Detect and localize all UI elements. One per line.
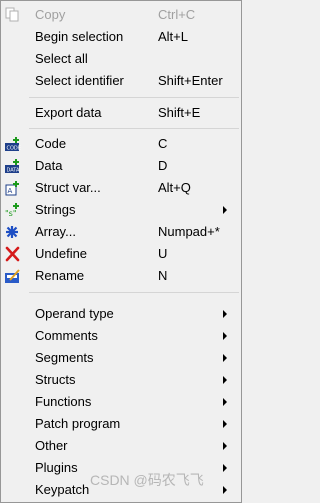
context-menu: Copy Ctrl+C Begin selection Alt+L Select… bbox=[0, 0, 242, 503]
menu-label: Functions bbox=[35, 394, 92, 409]
watermark: CSDN @码农飞飞 bbox=[90, 472, 204, 488]
submenu-arrow-icon bbox=[223, 486, 227, 494]
svg-text:DATA: DATA bbox=[7, 168, 20, 174]
menu-label: Structs bbox=[35, 372, 76, 387]
menu-separator bbox=[29, 292, 239, 293]
submenu-arrow-icon bbox=[223, 310, 227, 318]
svg-text:CODE: CODE bbox=[7, 146, 21, 152]
menu-label: Struct var... bbox=[35, 180, 101, 195]
menu-shortcut: Ctrl+C bbox=[158, 7, 196, 22]
menu-item-segments[interactable]: Segments bbox=[1, 347, 241, 369]
menu-label: Rename bbox=[35, 268, 85, 283]
menu-label: Select identifier bbox=[35, 73, 124, 88]
svg-text:"s": "s" bbox=[5, 209, 17, 218]
menu-label: Strings bbox=[35, 202, 76, 217]
menu-label: Keypatch bbox=[35, 482, 90, 497]
menu-item-functions[interactable]: Functions bbox=[1, 391, 241, 413]
code-icon: CODE bbox=[4, 136, 22, 152]
menu-item-undefine[interactable]: Undefine U bbox=[1, 243, 241, 265]
menu-item-export-data[interactable]: Export data Shift+E bbox=[1, 102, 241, 124]
strings-icon: "s" bbox=[4, 202, 22, 218]
array-icon bbox=[4, 224, 22, 240]
menu-label: Data bbox=[35, 158, 63, 173]
menu-item-copy[interactable]: Copy Ctrl+C bbox=[1, 4, 241, 26]
menu-item-operand-type[interactable]: Operand type bbox=[1, 303, 241, 325]
menu-item-patch-program[interactable]: Patch program bbox=[1, 413, 241, 435]
menu-item-select-identifier[interactable]: Select identifier Shift+Enter bbox=[1, 70, 241, 92]
menu-shortcut: D bbox=[158, 158, 168, 173]
submenu-arrow-icon bbox=[223, 398, 227, 406]
submenu-arrow-icon bbox=[223, 420, 227, 428]
submenu-arrow-icon bbox=[223, 442, 227, 450]
menu-item-strings[interactable]: "s" Strings bbox=[1, 199, 241, 221]
menu-item-array[interactable]: Array... Numpad+* bbox=[1, 221, 241, 243]
menu-label: Select all bbox=[35, 51, 88, 66]
menu-item-select-all[interactable]: Select all bbox=[1, 48, 241, 70]
menu-label: Array... bbox=[35, 224, 76, 239]
menu-label: Begin selection bbox=[35, 29, 124, 44]
menu-label: Patch program bbox=[35, 416, 121, 431]
menu-item-other[interactable]: Other bbox=[1, 435, 241, 457]
struct-icon: A bbox=[4, 180, 22, 196]
data-icon: DATA bbox=[4, 158, 22, 174]
menu-item-struct-var[interactable]: A Struct var... Alt+Q bbox=[1, 177, 241, 199]
menu-separator bbox=[29, 128, 239, 129]
copy-icon bbox=[4, 7, 22, 23]
menu-item-code[interactable]: CODE Code C bbox=[1, 133, 241, 155]
menu-item-comments[interactable]: Comments bbox=[1, 325, 241, 347]
menu-shortcut: Alt+Q bbox=[158, 180, 191, 195]
menu-shortcut: Alt+L bbox=[158, 29, 188, 44]
menu-item-data[interactable]: DATA Data D bbox=[1, 155, 241, 177]
menu-item-rename[interactable]: Rename N bbox=[1, 265, 241, 287]
menu-label: Segments bbox=[35, 350, 94, 365]
menu-label: Undefine bbox=[35, 246, 88, 261]
submenu-arrow-icon bbox=[223, 332, 227, 340]
menu-label: Plugins bbox=[35, 460, 78, 475]
menu-shortcut: C bbox=[158, 136, 168, 151]
menu-item-begin-selection[interactable]: Begin selection Alt+L bbox=[1, 26, 241, 48]
submenu-arrow-icon bbox=[223, 376, 227, 384]
menu-label: Comments bbox=[35, 328, 98, 343]
undefine-icon bbox=[4, 246, 22, 262]
menu-shortcut: Shift+Enter bbox=[158, 73, 223, 88]
menu-label: Copy bbox=[35, 7, 66, 22]
menu-shortcut: N bbox=[158, 268, 168, 283]
submenu-arrow-icon bbox=[223, 464, 227, 472]
submenu-arrow-icon bbox=[223, 354, 227, 362]
rename-icon bbox=[4, 268, 22, 284]
submenu-arrow-icon bbox=[223, 206, 227, 214]
menu-shortcut: U bbox=[158, 246, 168, 261]
menu-shortcut: Numpad+* bbox=[158, 224, 220, 239]
menu-label: Code bbox=[35, 136, 67, 151]
menu-label: Other bbox=[35, 438, 68, 453]
svg-text:A: A bbox=[8, 187, 13, 195]
menu-separator bbox=[29, 97, 239, 98]
menu-shortcut: Shift+E bbox=[158, 105, 201, 120]
menu-label: Export data bbox=[35, 105, 102, 120]
menu-item-structs[interactable]: Structs bbox=[1, 369, 241, 391]
menu-label: Operand type bbox=[35, 306, 114, 321]
